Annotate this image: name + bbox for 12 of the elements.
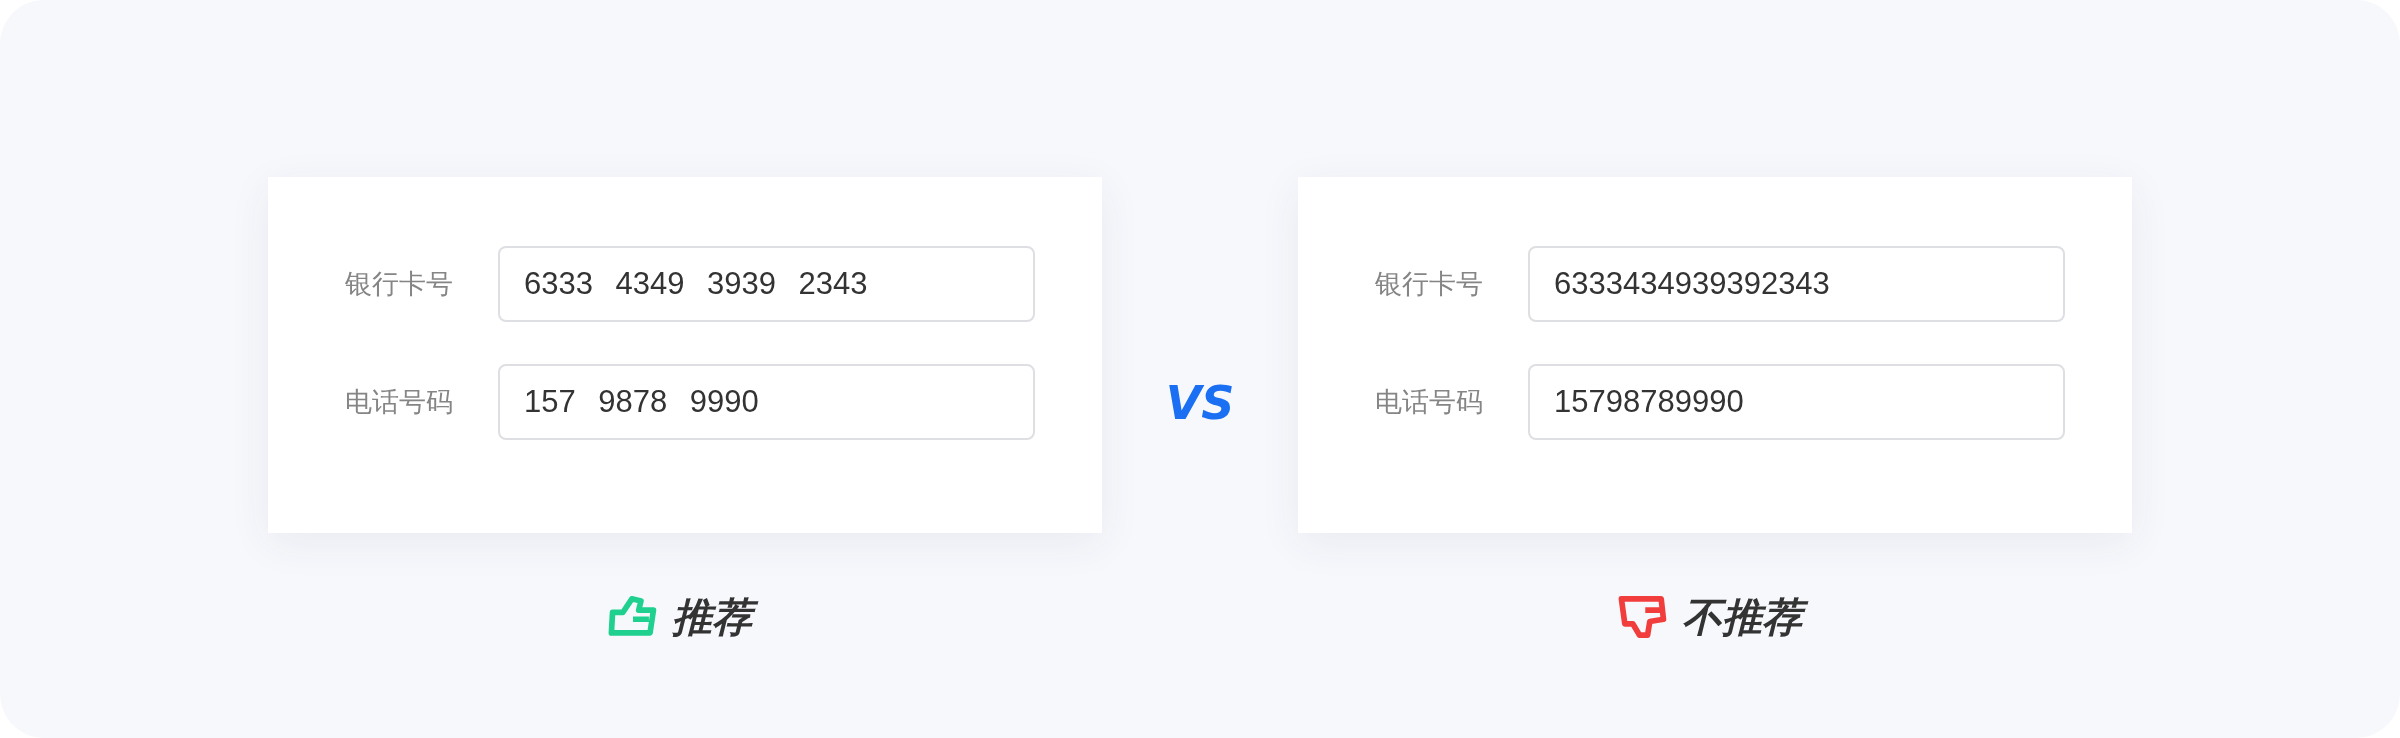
field-label: 电话号码: [345, 385, 454, 419]
field-label: 银行卡号: [345, 267, 454, 301]
input-field[interactable]: 6333434939392343: [1528, 246, 2065, 322]
field-label: 银行卡号: [1375, 267, 1484, 301]
input-field[interactable]: 6333 4349 3939 2343: [498, 246, 1035, 322]
thumbs-down-icon: [1618, 594, 1668, 640]
vs-label: VS: [1165, 376, 1235, 430]
field-label: 电话号码: [1375, 385, 1484, 419]
input-field[interactable]: 15798789990: [1528, 364, 2065, 440]
verdict-label: 不推荐: [1678, 589, 1812, 645]
verdict-label: 推荐: [668, 589, 762, 645]
input-field[interactable]: 157 9878 9990: [498, 364, 1035, 440]
